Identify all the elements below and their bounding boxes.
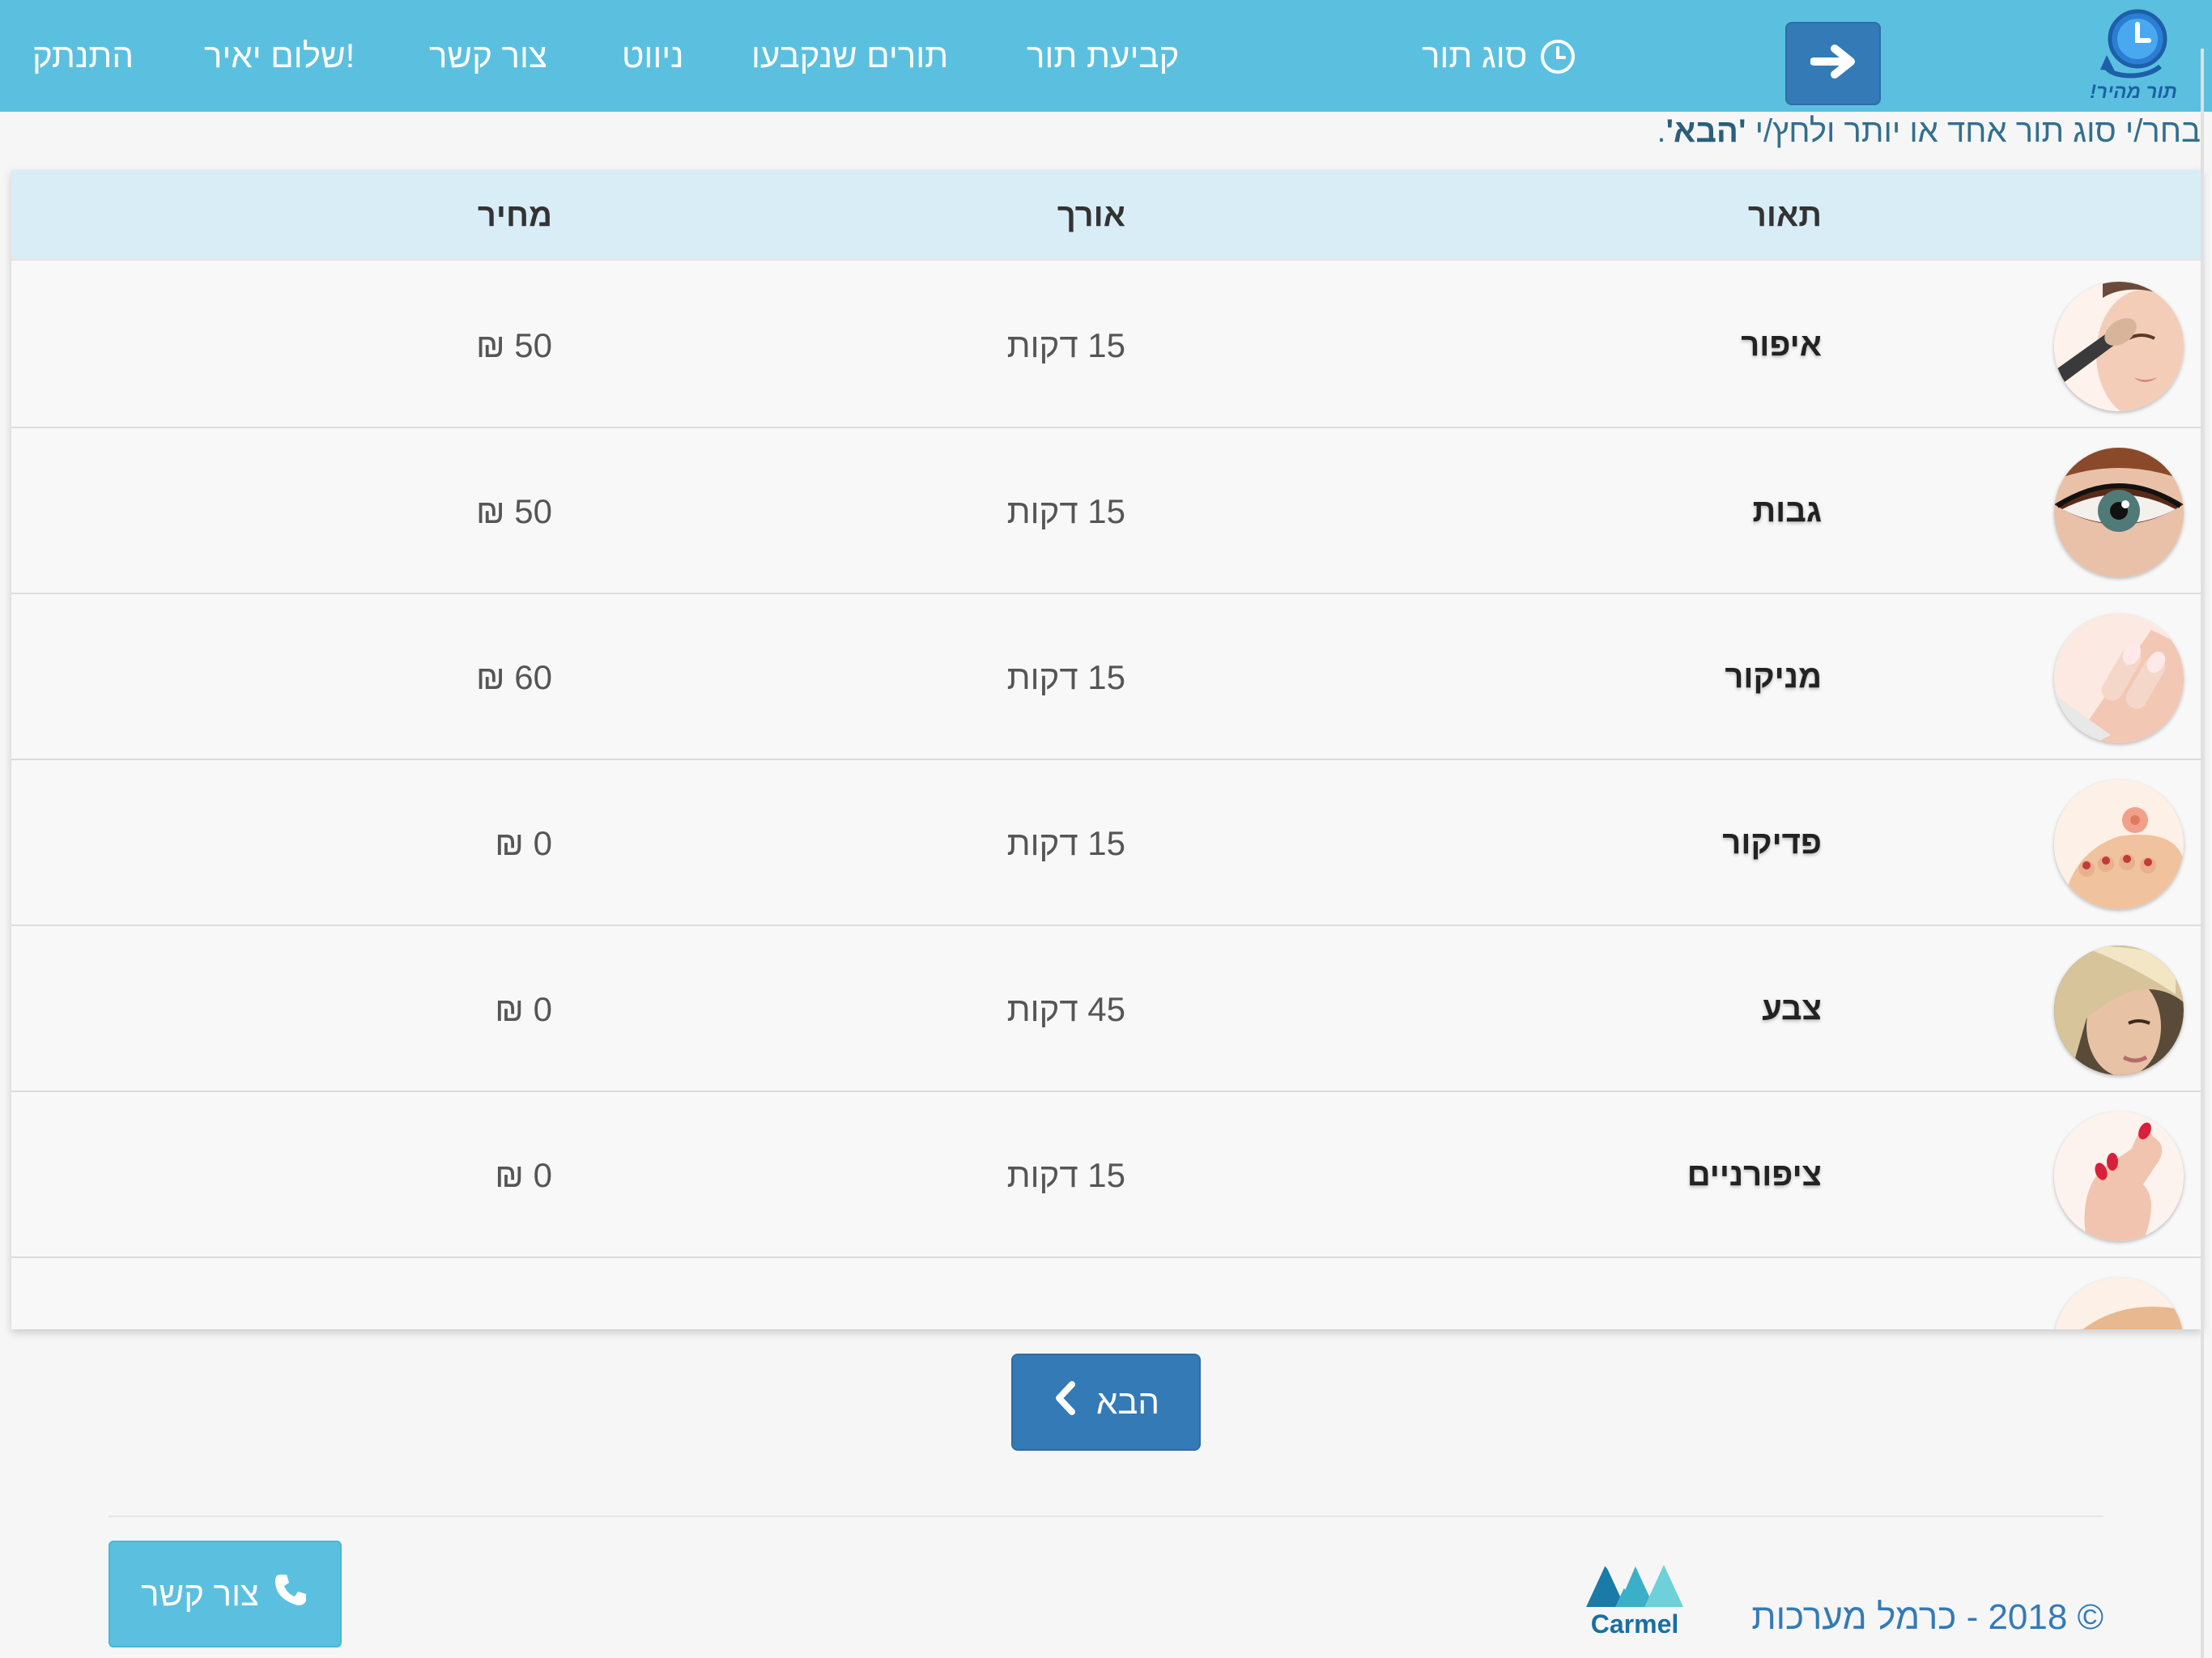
row-price: 50 ₪ [475, 492, 552, 530]
hair-color-woman-image [2054, 946, 2184, 1075]
table-row[interactable] [11, 1258, 2202, 1329]
table-row[interactable]: איפור 15 דקות 50 ₪ [11, 262, 2202, 428]
eye-makeup-image [2054, 448, 2184, 577]
logo-text: תור מהיר! [2090, 81, 2177, 103]
row-price: 0 ₪ [495, 824, 552, 862]
nav-greeting-link[interactable]: שלום יאיר! [204, 28, 355, 84]
row-price: 50 ₪ [475, 326, 552, 364]
next-button-label: הבא [1095, 1383, 1160, 1421]
row-length: 15 דקות [1006, 492, 1125, 530]
table-row[interactable]: פדיקור 15 דקות 0 ₪ [11, 760, 2202, 926]
row-service-name: איפור [1741, 327, 1822, 363]
table-row[interactable]: מניקור 15 דקות 60 ₪ [11, 594, 2202, 760]
nav-current-section: סוג תור [1422, 28, 1577, 84]
row-length: 45 דקות [1006, 990, 1125, 1028]
contact-button-label: צור קשר [141, 1575, 259, 1613]
table-row[interactable]: צבע 45 דקות 0 ₪ [11, 926, 2202, 1092]
chevron-left-icon [1053, 1381, 1077, 1423]
row-service-name: גבות [1752, 493, 1822, 529]
header-price: מחיר [477, 198, 552, 233]
row-service-name: צבע [1762, 991, 1822, 1027]
back-button[interactable] [1785, 22, 1881, 105]
makeup-brush-face-image [2054, 282, 2184, 411]
table-header: תאור אורך מחיר [11, 170, 2202, 261]
row-length: 15 דקות [1006, 658, 1125, 696]
top-navbar: התנתק שלום יאיר! צור קשר ניווט תורים שנק… [0, 0, 2212, 112]
nav-navigation-link[interactable]: ניווט [622, 28, 684, 84]
table-row[interactable]: גבות 15 דקות 50 ₪ [11, 428, 2202, 594]
manicure-hands-image [2054, 614, 2184, 743]
instruction-text: בחר/י סוג תור אחד או יותר ולחץ/י 'הבא'. [1657, 112, 2201, 151]
row-length: 15 דקות [1006, 1156, 1125, 1194]
footer-divider [108, 1516, 2104, 1517]
instruction-main: בחר/י סוג תור אחד או יותר ולחץ/י [1746, 113, 2201, 149]
carmel-logo-text: Carmel [1590, 1609, 1679, 1639]
nav-current-label: סוג תור [1422, 36, 1528, 74]
instruction-emphasis: 'הבא' [1665, 113, 1746, 149]
page-scrollbar[interactable] [2201, 49, 2204, 1658]
app-logo[interactable]: תור מהיר! [2081, 3, 2186, 107]
partial-row-image [2054, 1278, 2184, 1329]
copyright-text: © 2018 - כרמל מערכות [1751, 1597, 2104, 1637]
phone-icon [272, 1571, 309, 1617]
arrow-right-icon [1810, 44, 1856, 83]
row-service-name: ציפורניים [1687, 1157, 1822, 1192]
next-button[interactable]: הבא [1011, 1354, 1201, 1451]
row-service-name: פדיקור [1722, 825, 1822, 861]
instruction-end: . [1657, 113, 1666, 149]
row-price: 0 ₪ [495, 990, 552, 1028]
nav-book-appointment-link[interactable]: קביעת תור [1027, 28, 1179, 84]
table-row[interactable]: ציפורניים 15 דקות 0 ₪ [11, 1092, 2202, 1258]
clock-arrow-logo-icon [2100, 9, 2167, 79]
clock-icon [1538, 36, 1577, 75]
contact-button[interactable]: צור קשר [108, 1541, 342, 1647]
header-description: תאור [1747, 198, 1822, 233]
painted-nails-hand-image [2054, 1112, 2184, 1241]
carmel-logo: Carmel [1583, 1558, 1687, 1639]
row-service-name: מניקור [1725, 659, 1822, 695]
carmel-logo-icon [1586, 1564, 1683, 1607]
row-price: 0 ₪ [495, 1156, 552, 1194]
row-length: 15 דקות [1006, 326, 1125, 364]
header-length: אורך [1057, 198, 1125, 233]
row-price: 60 ₪ [475, 658, 552, 696]
row-length: 15 דקות [1006, 824, 1125, 862]
nav-contact-link[interactable]: צור קשר [429, 28, 547, 84]
service-types-table[interactable]: תאור אורך מחיר איפור 15 דקות 50 ₪ גבות 1… [11, 170, 2202, 1329]
pedicure-feet-image [2054, 780, 2184, 909]
nav-logout-link[interactable]: התנתק [32, 28, 134, 84]
nav-booked-appointments-link[interactable]: תורים שנקבעו [751, 28, 948, 84]
